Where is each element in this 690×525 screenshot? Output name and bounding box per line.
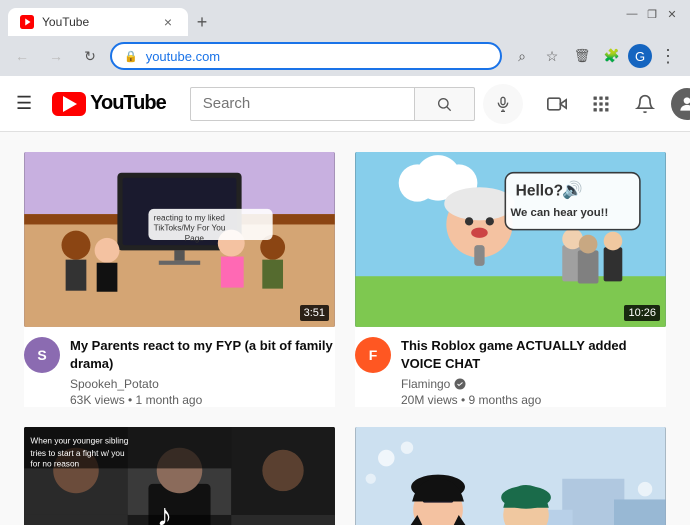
nav-bar: ← → ↻ 🔒 youtube.com ⌕ ☆ 🗑 🧩 G ⋮ bbox=[0, 36, 690, 76]
yt-logo-icon bbox=[52, 92, 86, 116]
search-nav-button[interactable]: ⌕ bbox=[508, 42, 536, 70]
close-window-button[interactable]: ✕ bbox=[664, 6, 680, 22]
hamburger-menu-icon[interactable]: ☰ bbox=[16, 93, 32, 114]
tab-favicon bbox=[20, 15, 34, 29]
youtube-app: ☰ YouTube bbox=[0, 76, 690, 525]
video-thumbnail bbox=[355, 427, 666, 525]
back-button[interactable]: ← bbox=[8, 42, 36, 70]
video-card[interactable]: reacting to my liked TikToks/My For You … bbox=[24, 152, 335, 407]
video-card[interactable]: Hello? 🔊 We can hear you!! 10:26 F This … bbox=[355, 152, 666, 407]
svg-text:🔊: 🔊 bbox=[562, 179, 583, 200]
svg-text:♪: ♪ bbox=[157, 498, 173, 525]
channel-avatar: S bbox=[24, 337, 60, 373]
video-stats: 20M views • 9 months ago bbox=[401, 393, 666, 407]
delete-nav-button[interactable]: 🗑 bbox=[568, 42, 596, 70]
search-input[interactable] bbox=[203, 95, 402, 112]
svg-text:TikToks/My For You: TikToks/My For You bbox=[154, 224, 226, 233]
search-icon bbox=[436, 96, 452, 112]
svg-text:reacting to my liked: reacting to my liked bbox=[154, 213, 226, 222]
yt-header: ☰ YouTube bbox=[0, 76, 690, 132]
yt-logo[interactable]: YouTube bbox=[52, 92, 166, 116]
duration-badge: 10:26 bbox=[624, 305, 660, 321]
apps-button[interactable] bbox=[583, 86, 619, 122]
notifications-button[interactable] bbox=[627, 86, 663, 122]
video-stats: 63K views • 1 month ago bbox=[70, 393, 335, 407]
svg-text:Hello?: Hello? bbox=[516, 182, 563, 199]
svg-text:When your younger sibling: When your younger sibling bbox=[30, 437, 128, 446]
yt-search-box bbox=[190, 87, 415, 121]
extensions-button[interactable]: 🧩 bbox=[598, 42, 626, 70]
yt-content: reacting to my liked TikToks/My For You … bbox=[0, 132, 690, 525]
user-avatar[interactable] bbox=[671, 88, 690, 120]
svg-text:We can hear you!!: We can hear you!! bbox=[511, 207, 609, 219]
avatar-letter: F bbox=[369, 347, 378, 363]
channel-name: Flamingo bbox=[401, 377, 666, 391]
video-thumbnail: reacting to my liked TikToks/My For You … bbox=[24, 152, 335, 327]
svg-text:for no reason: for no reason bbox=[30, 460, 79, 469]
video-title: This Roblox game ACTUALLY added VOICE CH… bbox=[401, 337, 666, 373]
lock-icon: 🔒 bbox=[124, 50, 138, 63]
video-thumbnail: Hello? 🔊 We can hear you!! 10:26 bbox=[355, 152, 666, 327]
channel-name: Spookeh_Potato bbox=[70, 377, 335, 391]
profile-avatar[interactable]: G bbox=[628, 44, 652, 68]
video-info: S My Parents react to my FYP (a bit of f… bbox=[24, 327, 335, 407]
avatar-letter: S bbox=[37, 347, 46, 363]
verified-icon bbox=[454, 378, 466, 390]
yt-logo-text: YouTube bbox=[90, 92, 166, 115]
address-bar[interactable]: 🔒 youtube.com bbox=[110, 42, 502, 70]
thumb-illustration-1: reacting to my liked TikToks/My For You … bbox=[24, 152, 335, 327]
more-menu-button[interactable]: ⋮ bbox=[654, 42, 682, 70]
forward-button[interactable]: → bbox=[42, 42, 70, 70]
video-meta: My Parents react to my FYP (a bit of fam… bbox=[70, 337, 335, 407]
new-tab-button[interactable]: + bbox=[188, 8, 216, 36]
browser-tab[interactable]: YouTube × bbox=[8, 8, 188, 36]
thumb-illustration-4 bbox=[355, 427, 666, 525]
svg-text:tries to start a fight w/ you: tries to start a fight w/ you bbox=[30, 449, 125, 458]
video-grid: reacting to my liked TikToks/My For You … bbox=[24, 152, 666, 525]
reload-button[interactable]: ↻ bbox=[76, 42, 104, 70]
bookmark-button[interactable]: ☆ bbox=[538, 42, 566, 70]
mic-button[interactable] bbox=[483, 84, 523, 124]
maximize-button[interactable]: ❐ bbox=[644, 6, 660, 22]
address-text[interactable]: youtube.com bbox=[146, 49, 488, 64]
channel-avatar: F bbox=[355, 337, 391, 373]
tab-title: YouTube bbox=[42, 15, 152, 29]
video-thumbnail: ♪ When your younger sibling tries to sta… bbox=[24, 427, 335, 525]
nav-right-icons: ⌕ ☆ 🗑 🧩 G ⋮ bbox=[508, 42, 682, 70]
mic-icon bbox=[495, 96, 511, 112]
thumb-illustration-3: ♪ When your younger sibling tries to sta… bbox=[24, 427, 335, 525]
create-video-button[interactable] bbox=[539, 86, 575, 122]
thumb-illustration-2: Hello? 🔊 We can hear you!! bbox=[355, 152, 666, 327]
video-title: My Parents react to my FYP (a bit of fam… bbox=[70, 337, 335, 373]
video-card[interactable]: ♪ When your younger sibling tries to sta… bbox=[24, 427, 335, 525]
video-card[interactable]: A Anime style video AnimeChan 1.2M views… bbox=[355, 427, 666, 525]
window-controls: — ❐ ✕ bbox=[624, 6, 680, 22]
tab-close-button[interactable]: × bbox=[160, 14, 176, 30]
search-button[interactable] bbox=[415, 87, 475, 121]
svg-text:Page: Page bbox=[185, 234, 205, 243]
minimize-button[interactable]: — bbox=[624, 6, 640, 22]
video-meta: This Roblox game ACTUALLY added VOICE CH… bbox=[401, 337, 666, 407]
yt-play-icon bbox=[63, 96, 77, 112]
video-info: F This Roblox game ACTUALLY added VOICE … bbox=[355, 327, 666, 407]
yt-search-container bbox=[190, 84, 523, 124]
duration-badge: 3:51 bbox=[300, 305, 329, 321]
yt-header-right bbox=[539, 86, 690, 122]
